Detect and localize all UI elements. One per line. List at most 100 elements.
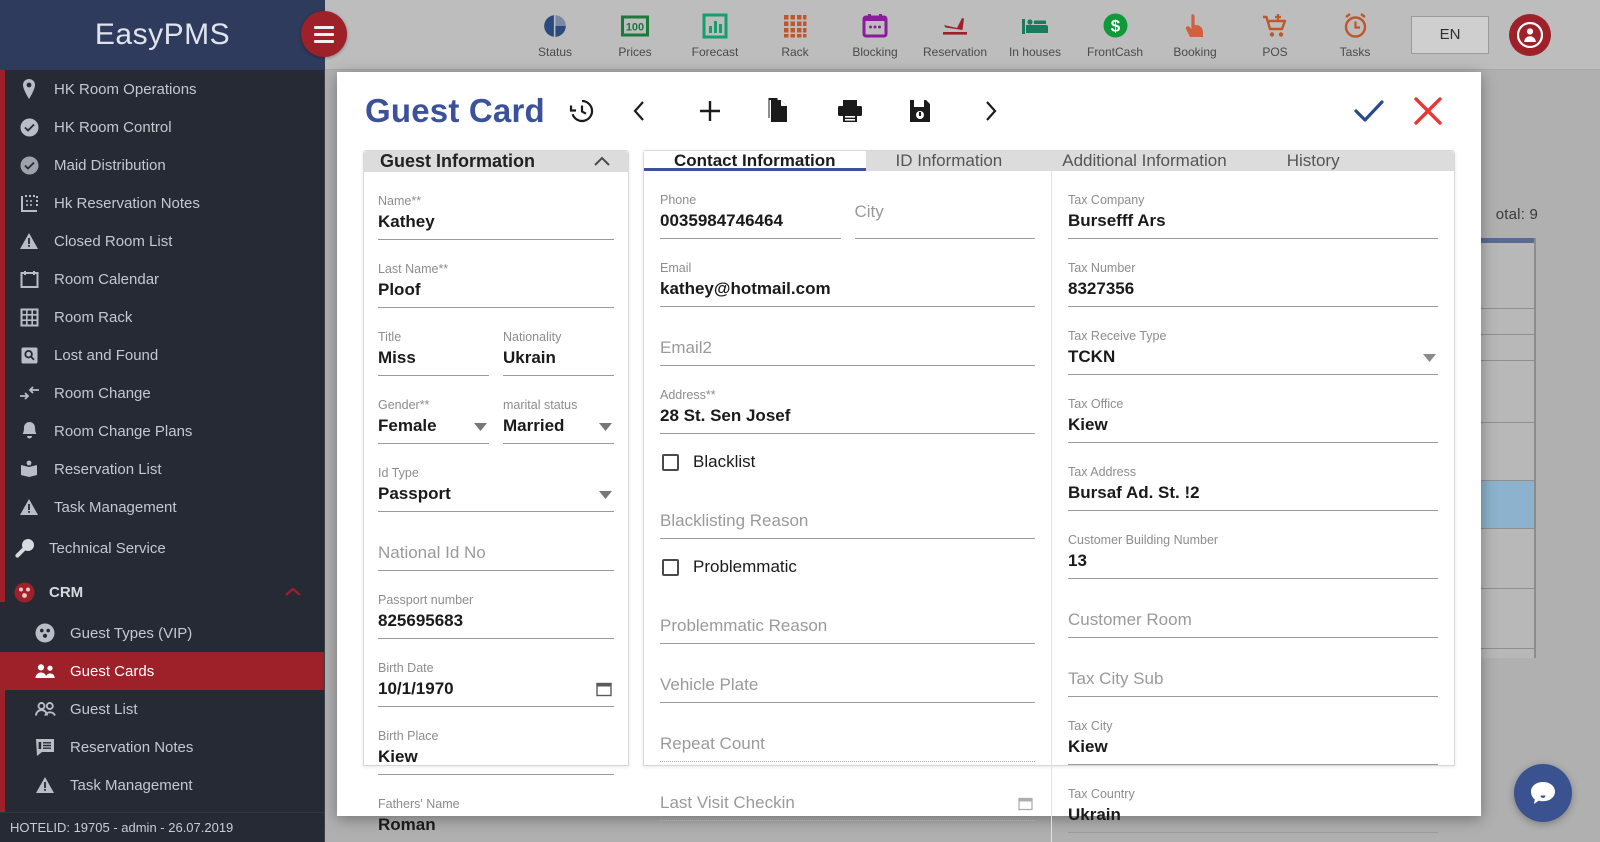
sidebar-item-hk-reservation-notes[interactable]: Hk Reservation Notes xyxy=(0,184,324,222)
field-nationality[interactable]: Nationality Ukrain xyxy=(503,316,614,376)
nav-item-status[interactable]: Status xyxy=(515,11,595,59)
chevron-down-icon[interactable] xyxy=(474,423,487,431)
sidebar-item-maid-distribution[interactable]: Maid Distribution xyxy=(0,146,324,184)
field-fathers-name[interactable]: Fathers' Name Roman xyxy=(378,783,614,842)
field-marital-status[interactable]: marital status Married xyxy=(503,384,614,444)
field-email2[interactable]: Email2 xyxy=(660,315,1035,366)
nav-item-frontcash[interactable]: $ FrontCash xyxy=(1075,11,1155,59)
guest-information-header[interactable]: Guest Information xyxy=(364,151,628,172)
field-title[interactable]: Title Miss xyxy=(378,316,489,376)
field-last-visit-checkin: Last Visit Checkin xyxy=(660,770,1035,821)
tab-additional-information[interactable]: Additional Information xyxy=(1032,151,1256,171)
field-tax-country[interactable]: Tax Country Ukrain xyxy=(1068,773,1438,833)
sidebar-item-closed-room-list[interactable]: Closed Room List xyxy=(0,222,324,260)
sidebar-item-task-management[interactable]: Task Management xyxy=(0,488,324,526)
field-problemmatic-reason[interactable]: Problemmatic Reason xyxy=(660,593,1035,644)
field-name[interactable]: Name** Kathey xyxy=(378,180,614,240)
sidebar-item-label: Guest List xyxy=(70,700,138,718)
sidebar-item-lost-and-found[interactable]: Lost and Found xyxy=(0,336,324,374)
chat-widget-button[interactable] xyxy=(1514,764,1572,822)
nav-item-forecast[interactable]: Forecast xyxy=(675,11,755,59)
blacklist-checkbox[interactable] xyxy=(662,453,679,471)
sidebar-item-guest-types-vip[interactable]: Guest Types (VIP) xyxy=(0,614,324,652)
field-customer-room[interactable]: Customer Room xyxy=(1068,587,1438,638)
field-tax-city[interactable]: Tax City Kiew xyxy=(1068,705,1438,765)
sidebar-item-room-change[interactable]: Room Change xyxy=(0,374,324,412)
sidebar-item-room-calendar[interactable]: Room Calendar xyxy=(0,260,324,298)
tab-label: History xyxy=(1286,151,1340,170)
sidebar-group-crm[interactable]: CRM xyxy=(0,570,324,614)
chevron-down-icon[interactable] xyxy=(599,491,612,499)
sidebar-item-reservation-notes[interactable]: Reservation Notes xyxy=(0,728,324,766)
plus-icon[interactable] xyxy=(675,87,745,135)
sidebar-item-task-management-crm[interactable]: Task Management xyxy=(0,766,324,804)
sidebar-item-guest-list[interactable]: Guest List xyxy=(0,690,324,728)
field-last-name[interactable]: Last Name** Ploof xyxy=(378,248,614,308)
nav-item-blocking[interactable]: Blocking xyxy=(835,11,915,59)
sidebar-item-reservation-list[interactable]: Reservation List xyxy=(0,450,324,488)
field-value: Miss xyxy=(378,348,416,367)
sidebar-item-technical-service[interactable]: Technical Service xyxy=(0,526,324,570)
chevron-down-icon[interactable] xyxy=(599,423,612,431)
printer-icon[interactable] xyxy=(815,87,885,135)
sidebar-item-label: Reservation Notes xyxy=(70,738,194,756)
field-placeholder: Tax City Sub xyxy=(1068,669,1164,688)
field-gender[interactable]: Gender** Female xyxy=(378,384,489,444)
field-city[interactable]: City xyxy=(854,179,1035,239)
nav-item-booking[interactable]: Booking xyxy=(1155,11,1235,59)
field-vehicle-plate[interactable]: Vehicle Plate xyxy=(660,652,1035,703)
field-phone[interactable]: Phone 0035984746464 xyxy=(660,179,841,239)
avatar[interactable] xyxy=(1509,13,1551,56)
tab-id-information[interactable]: ID Information xyxy=(866,151,1033,171)
field-email[interactable]: Email kathey@hotmail.com xyxy=(660,247,1035,307)
field-value: Bursefff Ars xyxy=(1068,211,1166,230)
problemmatic-checkbox[interactable] xyxy=(662,558,679,576)
sidebar-item-hk-room-control[interactable]: HK Room Control xyxy=(0,108,324,146)
sidebar-item-hk-room-operations[interactable]: HK Room Operations xyxy=(0,70,324,108)
nav-item-rack[interactable]: Rack xyxy=(755,11,835,59)
field-customer-building-number[interactable]: Customer Building Number 13 xyxy=(1068,519,1438,579)
nav-item-reservation[interactable]: Reservation xyxy=(915,11,995,59)
nav-item-in-houses[interactable]: In houses xyxy=(995,11,1075,59)
chevron-right-icon[interactable] xyxy=(955,87,1025,135)
chevron-down-icon[interactable] xyxy=(1423,354,1436,362)
history-icon[interactable] xyxy=(559,87,605,135)
dialog-actions xyxy=(1351,95,1481,127)
field-tax-city-sub[interactable]: Tax City Sub xyxy=(1068,646,1438,697)
calendar-icon[interactable] xyxy=(596,681,612,697)
field-tax-office[interactable]: Tax Office Kiew xyxy=(1068,383,1438,443)
cancel-button[interactable] xyxy=(1411,95,1445,127)
confirm-button[interactable] xyxy=(1351,95,1387,127)
field-id-type[interactable]: Id Type Passport xyxy=(378,452,614,512)
nav-item-pos[interactable]: POS xyxy=(1235,11,1315,59)
field-national-id-no[interactable]: National Id No xyxy=(378,520,614,571)
nav-item-tasks[interactable]: Tasks xyxy=(1315,11,1395,59)
field-blacklisting-reason[interactable]: Blacklisting Reason xyxy=(660,488,1035,539)
field-tax-receive-type[interactable]: Tax Receive Type TCKN xyxy=(1068,315,1438,375)
field-placeholder: City xyxy=(854,202,884,221)
chat-bubble-icon xyxy=(1528,779,1558,807)
nav-item-prices[interactable]: 100 Prices xyxy=(595,11,675,59)
field-tax-number[interactable]: Tax Number 8327356 xyxy=(1068,247,1438,307)
field-passport-number[interactable]: Passport number 825695683 xyxy=(378,579,614,639)
hamburger-menu-button[interactable] xyxy=(301,11,347,57)
sidebar-item-guest-cards[interactable]: Guest Cards xyxy=(0,652,324,690)
language-selector[interactable]: EN xyxy=(1411,15,1489,54)
tab-history[interactable]: History xyxy=(1257,151,1370,171)
field-birth-place[interactable]: Birth Place Kiew xyxy=(378,715,614,775)
contact-columns: Phone 0035984746464 City Email kathey@ho… xyxy=(644,171,1454,842)
chevron-up-icon[interactable] xyxy=(592,155,612,168)
chevron-up-icon[interactable] xyxy=(284,586,302,598)
sidebar-item-room-rack[interactable]: Room Rack xyxy=(0,298,324,336)
field-address[interactable]: Address** 28 St. Sen Josef xyxy=(660,374,1035,434)
copy-icon[interactable] xyxy=(745,87,815,135)
field-tax-address[interactable]: Tax Address Bursaf Ad. St. !2 xyxy=(1068,451,1438,511)
field-birth-date[interactable]: Birth Date 10/1/1970 xyxy=(378,647,614,707)
tab-label: Additional Information xyxy=(1062,151,1227,170)
dollar-coin-icon: $ xyxy=(1102,11,1129,41)
tab-contact-information[interactable]: Contact Information xyxy=(644,151,866,171)
save-floppy-icon[interactable] xyxy=(885,87,955,135)
sidebar-item-room-change-plans[interactable]: Room Change Plans xyxy=(0,412,324,450)
field-tax-company[interactable]: Tax Company Bursefff Ars xyxy=(1068,179,1438,239)
chevron-left-icon[interactable] xyxy=(605,87,675,135)
